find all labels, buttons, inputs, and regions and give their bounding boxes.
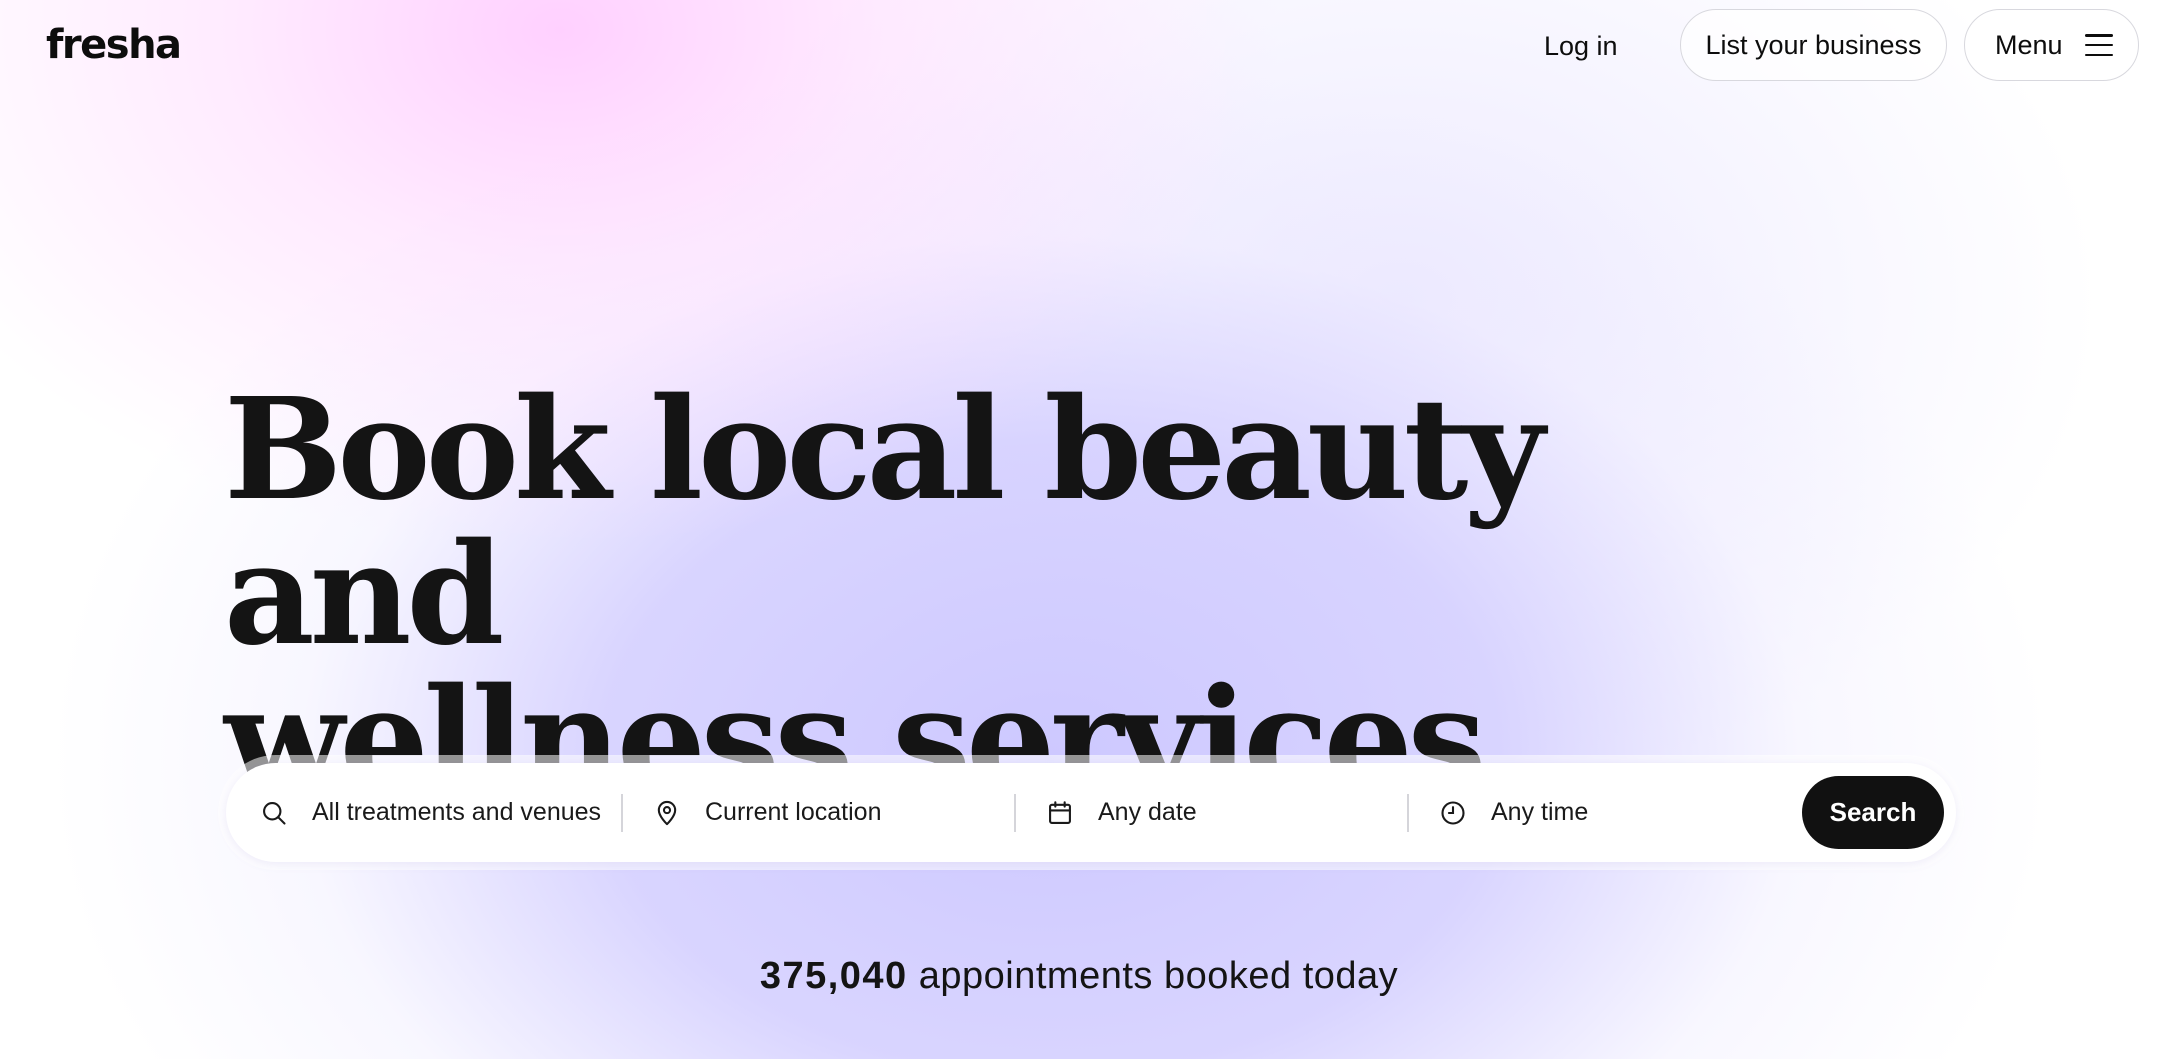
date-placeholder: Any date (1098, 798, 1197, 826)
menu-label: Menu (1995, 29, 2063, 60)
search-bar-inner: All treatments and venues Current locati… (226, 763, 1956, 862)
time-field[interactable]: Any time (1439, 763, 1588, 862)
time-placeholder: Any time (1491, 798, 1589, 826)
search-divider (1407, 794, 1409, 832)
clock-icon (1441, 800, 1465, 825)
hero-headline: Book local beauty and wellness services (224, 378, 1724, 813)
list-your-business-label: List your business (1705, 29, 1922, 60)
login-link[interactable]: Log in (1530, 24, 1632, 68)
search-icon (263, 801, 286, 825)
appointments-count: 375,040 (759, 955, 908, 997)
list-your-business-button[interactable]: List your business (1680, 9, 1947, 81)
location-pin-icon (657, 800, 677, 825)
calendar-icon (1049, 800, 1071, 824)
search-bar: All treatments and venues Current locati… (218, 755, 1964, 870)
search-divider (621, 794, 623, 832)
appointments-counter: 375,040 appointments booked today (0, 955, 2158, 998)
appointments-label: appointments booked today (918, 955, 1399, 997)
hamburger-menu-icon (2084, 34, 2113, 56)
headline-line-1: Book local beauty and (224, 368, 1545, 677)
location-field[interactable]: Current location (653, 763, 881, 862)
menu-button[interactable]: Menu (1964, 9, 2139, 81)
treatments-search-field[interactable]: All treatments and venues (260, 763, 601, 862)
search-divider (1014, 794, 1016, 832)
date-field[interactable]: Any date (1046, 763, 1197, 862)
treatments-placeholder: All treatments and venues (312, 798, 602, 826)
top-navigation: fresha Log in List your business Menu (0, 0, 2158, 92)
fresha-logo[interactable]: fresha (46, 22, 182, 68)
search-button[interactable]: Search (1802, 776, 1944, 849)
location-placeholder: Current location (705, 798, 882, 826)
